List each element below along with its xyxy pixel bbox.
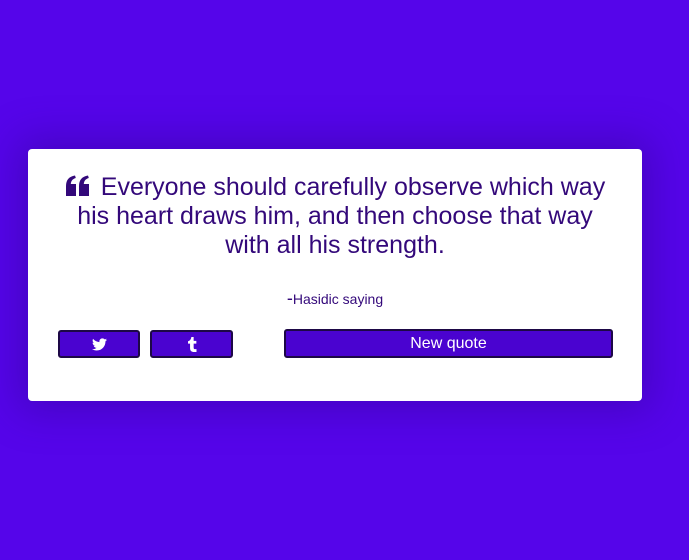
twitter-icon xyxy=(91,337,107,350)
tumblr-button[interactable] xyxy=(150,330,233,358)
new-quote-button[interactable]: New quote xyxy=(284,329,613,358)
quote-text-block: Everyone should carefully observe which … xyxy=(58,173,612,260)
tweet-button[interactable] xyxy=(58,330,140,358)
quote-text: Everyone should carefully observe which … xyxy=(77,173,606,259)
quote-author: Hasidic saying xyxy=(292,291,384,307)
quote-box: Everyone should carefully observe which … xyxy=(28,149,642,401)
quote-author-line: -Hasidic saying xyxy=(28,288,642,309)
quote-left-icon xyxy=(65,175,89,196)
tumblr-icon xyxy=(187,336,196,352)
